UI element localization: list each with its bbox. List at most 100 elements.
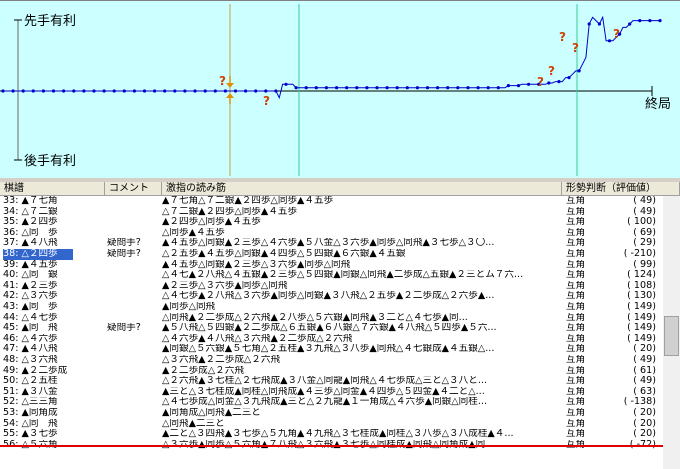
- evaluation-point: [11, 89, 15, 93]
- reading-line-cell: △同歩▲４五歩: [162, 227, 225, 238]
- evaluation-point: [82, 89, 86, 93]
- evaluation-point: [254, 89, 258, 93]
- table-row[interactable]: 47: ▲４八飛 ▲同銀△５六銀▲５七角△２五桂▲３九飛△３八歩▲同飛△４七銀成▲…: [0, 344, 663, 355]
- dubious-move-mark: ?: [613, 27, 620, 41]
- evaluation-point: [264, 89, 268, 93]
- judgement-cell: 互角: [566, 249, 586, 259]
- table-row[interactable]: 51: ▲３八金 ▲三と△３七桂成▲同桂△同飛成▲４三歩△同金▲４四歩△５四金▲４…: [0, 387, 663, 398]
- evaluation-point: [425, 86, 430, 90]
- move-cell: 35: ▲２四歩: [3, 217, 58, 228]
- evaluation-point: [62, 89, 66, 93]
- move-cell: 42: △３六歩: [3, 291, 58, 302]
- scrollbar-thumb[interactable]: [664, 316, 679, 356]
- table-row-selected[interactable]: 38: △２四歩 疑問手? △２五歩▲４五歩△同銀▲４四歩△５四銀▲６六銀▲４五銀 互…: [0, 249, 663, 260]
- dubious-move-mark: ?: [548, 64, 555, 78]
- move-cell: 50: △２五桂: [3, 376, 58, 387]
- table-row[interactable]: 37: ▲４八飛 疑問手? ▲４五歩△同銀▲２三歩△４六歩▲５八金△３六歩▲同歩△同…: [0, 238, 663, 249]
- judgement-cell: 互角: [566, 259, 586, 270]
- table-row[interactable]: 46: △４六歩 △４六歩▲４八飛△３六飛▲２二歩成△２六飛 互角 ( 149): [0, 334, 663, 345]
- table-row[interactable]: 39: ▲４五歩 ▲４五歩△同銀▲２三歩△３六歩▲同歩△同飛 互角 ( 99): [0, 260, 663, 271]
- evaluation-point: [102, 89, 106, 93]
- table-row[interactable]: 41: ▲２三歩 ▲２三歩△３六歩▲同歩△同飛 互角 ( 108): [0, 281, 663, 292]
- evaluation-point: [648, 19, 652, 23]
- dubious-move-mark: ?: [559, 30, 566, 44]
- evaluation-point: [638, 19, 642, 23]
- evaluation-point: [51, 89, 56, 93]
- evaluation-point: [557, 80, 561, 84]
- reading-line-cell: ▲三と△３七桂成▲同桂△同飛成▲４三歩△同金▲４四歩△５四金▲４二と△...: [162, 386, 485, 397]
- judgement-cell: 互角: [566, 323, 586, 334]
- judgement-cell: 互角: [566, 408, 586, 418]
- evaluation-cell: ( 100): [627, 217, 656, 228]
- sente-advantage-label: 先手有利: [24, 14, 76, 29]
- judgement-cell: 互角: [566, 397, 586, 408]
- move-list[interactable]: 33: ▲７七角 ▲７七角△７二銀▲２四歩△同歩▲４五歩 互角( 49) 34: △７…: [0, 196, 663, 469]
- judgement-cell: 互角: [566, 280, 586, 291]
- judgement-cell: 互角: [566, 312, 586, 323]
- table-row[interactable]: 42: △３六歩 △４七歩▲２八飛△３六歩▲同歩△同銀▲３八飛△２五歩▲２二歩成△…: [0, 291, 663, 302]
- table-row[interactable]: 44: △４七歩 △同飛▲２二歩成△２六飛▲２八歩△５六銀▲同飛▲３二と△４七歩▲…: [0, 313, 663, 324]
- evaluation-cell: ( 108): [627, 280, 656, 291]
- evaluation-point: [547, 81, 551, 85]
- evaluation-cell: ( 49): [633, 196, 656, 206]
- table-row[interactable]: 43: ▲同 歩 ▲同歩△同飛 互角 ( 149): [0, 302, 663, 313]
- header-comment[interactable]: コメント: [105, 182, 162, 196]
- table-row[interactable]: 55: ▲３七歩 ▲二と△３四飛▲３七歩△５九角▲４九飛△３七桂成▲同桂△３八歩△…: [0, 429, 663, 440]
- evaluation-point: [335, 86, 339, 90]
- vertical-scrollbar[interactable]: [663, 196, 680, 469]
- evaluation-cell: ( 99): [633, 259, 656, 270]
- table-row[interactable]: 48: △３六飛 △３六飛▲２二歩成△２六飛 互角 ( 49): [0, 355, 663, 366]
- judgement-cell: 互角: [566, 333, 586, 344]
- judgement-cell: 互角: [566, 355, 586, 365]
- table-row[interactable]: 50: △２五桂 △２六飛▲３七桂△２七飛成▲３八金△同龍▲同飛△４七歩成△三と△…: [0, 376, 663, 387]
- move-cell: 55: ▲３七歩: [3, 429, 58, 440]
- dubious-move-mark: ?: [572, 41, 579, 55]
- evaluation-point: [405, 86, 409, 90]
- table-row[interactable]: 52: △三三角 △４七歩成△同金△３九飛成▲三と△２九龍▲１一角成△４六歩▲同銀…: [0, 397, 663, 408]
- judgement-cell: 互角: [566, 429, 586, 440]
- header-evaluation[interactable]: 形勢判断（評価値）: [562, 182, 680, 196]
- evaluation-cell: ( -210): [623, 249, 656, 259]
- evaluation-point: [395, 86, 399, 90]
- table-row[interactable]: 35: ▲２四歩 ▲２四歩△同歩▲４五歩 互角 ( 100): [0, 217, 663, 228]
- evaluation-point: [132, 89, 136, 93]
- reading-line-cell: ▲２四歩△同歩▲４五歩: [162, 217, 261, 228]
- table-row[interactable]: 54: △同 飛 △同飛▲二三と 互角 ( 20): [0, 419, 663, 430]
- table-row[interactable]: 33: ▲７七角 ▲７七角△７二銀▲２四歩△同歩▲４五歩 互角 ( 49): [0, 196, 663, 207]
- move-cell: 47: ▲４八飛: [3, 344, 58, 355]
- evaluation-point: [415, 86, 419, 90]
- judgement-cell: 互角: [566, 418, 586, 429]
- evaluation-point: [304, 86, 308, 90]
- evaluation-cell: ( 149): [627, 302, 656, 312]
- reading-line-cell: △４六歩▲４八飛△３六飛▲２二歩成△２六飛: [162, 333, 353, 344]
- table-row[interactable]: 36: △同 歩 △同歩▲４五歩 互角 ( 69): [0, 228, 663, 239]
- evaluation-point: [31, 89, 35, 93]
- move-cell: 41: ▲２三歩: [3, 280, 58, 291]
- reading-line-cell: △４七歩成△同金△３九飛成▲三と△２九龍▲１一角成△４六歩▲同銀△同桂...: [162, 397, 487, 408]
- reading-line-cell: ▲同歩△同飛: [162, 302, 216, 312]
- evaluation-cell: ( 29): [633, 238, 656, 249]
- evaluation-cell: ( 20): [633, 429, 656, 440]
- reading-line-cell: ▲同角成△同飛▲二三と: [162, 408, 261, 418]
- evaluation-point: [183, 89, 187, 93]
- judgement-cell: 互角: [566, 344, 586, 355]
- dubious-move-mark: ?: [263, 94, 270, 108]
- evaluation-cell: ( 49): [633, 206, 656, 217]
- evaluation-point: [112, 89, 116, 93]
- reading-line-cell: △４七歩▲２八飛△３六歩▲同歩△同銀▲３八飛△２五歩▲２二歩成△２六歩▲...: [162, 291, 495, 302]
- header-reading-line[interactable]: 激指の読み筋: [162, 182, 562, 196]
- evaluation-point: [527, 82, 531, 86]
- table-row[interactable]: 53: ▲同角成 ▲同角成△同飛▲二三と 互角 ( 20): [0, 408, 663, 419]
- graph-background: [0, 0, 680, 178]
- table-row[interactable]: 49: ▲２二歩成 ▲２二歩成△２六飛 互角 ( 61): [0, 366, 663, 377]
- evaluation-graph[interactable]: 先手有利 後手有利 終局 ? ? ? ? ? ? ?: [0, 0, 680, 178]
- reading-line-cell: ▲４五歩△同銀▲２三歩△４六歩▲５八金△３六歩▲同歩△同飛▲３七歩△３〇...: [162, 238, 495, 249]
- evaluation-point: [173, 89, 177, 93]
- reading-line-cell: △３六飛▲２二歩成△２六飛: [162, 355, 281, 365]
- table-row[interactable]: 45: ▲同 飛 疑問手? ▲５八飛△５四銀▲２二歩成△６五銀▲６八銀△７六銀▲４八…: [0, 323, 663, 334]
- evaluation-point: [244, 89, 248, 93]
- table-row[interactable]: 34: △７二銀 △７二銀▲２四歩△同歩▲４五歩 互角 ( 49): [0, 207, 663, 218]
- table-row[interactable]: 40: △同 銀 △４七▲２八飛△４五銀▲２三歩△５四銀▲同銀△同飛▲二歩成△五銀…: [0, 270, 663, 281]
- header-kifu[interactable]: 棋譜: [0, 182, 105, 196]
- move-cell: 48: △３六飛: [3, 355, 58, 365]
